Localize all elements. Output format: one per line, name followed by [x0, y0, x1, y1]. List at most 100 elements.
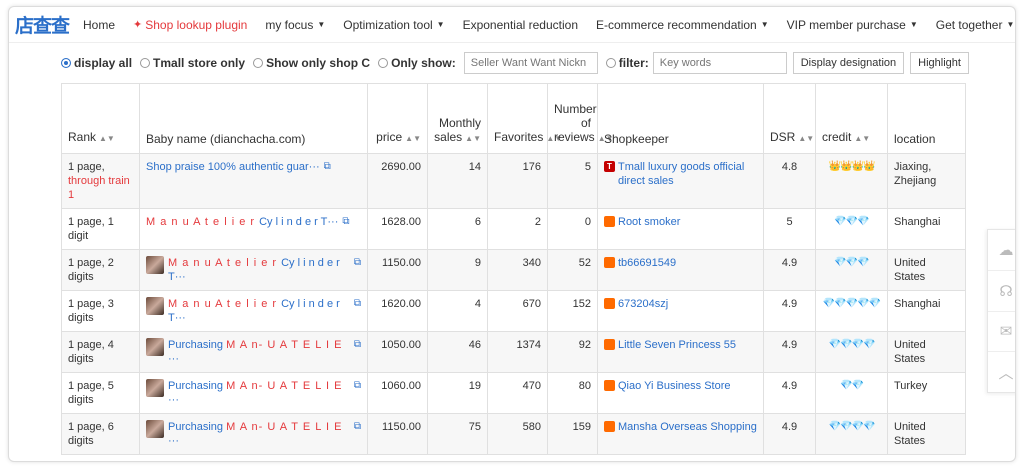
sort-icon: ▲▼ — [854, 134, 871, 143]
product-name[interactable]: Purchasing M A n- U A T E L I E ··· — [168, 379, 350, 407]
product-name[interactable]: Purchasing M A n- U A T E L I E ··· — [168, 338, 350, 366]
product-name-rest: ··· — [168, 394, 179, 406]
reviews-cell: 152 — [547, 290, 598, 332]
shop-link[interactable]: tb66691549 — [604, 256, 757, 270]
external-link-icon[interactable]: ⧉ — [354, 338, 361, 352]
only-show-radio[interactable]: Only show: — [378, 56, 456, 70]
external-link-icon[interactable]: ⧉ — [354, 379, 361, 393]
results-table-wrap: Rank ▲▼ Baby name (dianchacha.com) price ▲… — [61, 83, 966, 455]
rank-text: 1 page, 4 digits — [68, 339, 114, 365]
shop-link[interactable]: Qiao Yi Business Store — [604, 379, 757, 393]
shop-link[interactable]: T Tmall luxury goods official direct sale… — [604, 160, 757, 188]
keywords-input[interactable] — [652, 52, 787, 74]
table-row: 1 page, 5 digits Purchasing M A n- U A T … — [61, 372, 966, 414]
product-name-rest: Shop praise 100% authentic guar··· — [146, 161, 320, 173]
product-link[interactable]: Purchasing M A n- U A T E L I E ··· ⧉ — [146, 338, 361, 366]
baby-name-cell: M a n u A t e l i e r Cy l i n d e r T··… — [139, 290, 368, 332]
radio-label: filter: — [618, 56, 649, 70]
shopkeeper-cell: tb66691549 — [597, 249, 764, 291]
shop-name: Little Seven Princess 55 — [618, 339, 737, 351]
product-thumbnail[interactable] — [146, 379, 164, 397]
product-thumbnail[interactable] — [146, 420, 164, 438]
nav-item[interactable]: ✦ Shop lookup plugin — [133, 18, 247, 32]
shop-link[interactable]: Little Seven Princess 55 — [604, 338, 757, 352]
price-cell: 1150.00 — [367, 413, 428, 455]
nav-item[interactable]: VIP member purchase ▼ — [787, 18, 918, 32]
header-label: DSR — [770, 130, 796, 144]
sort-icon: ▲▼ — [99, 134, 115, 143]
nav-item[interactable]: Optimization tool ▼ — [343, 18, 444, 32]
back-to-top-icon[interactable]: ︿ — [988, 352, 1015, 392]
sort-icon: ▲▼ — [798, 134, 815, 143]
rank-cell: 1 page, 2 digits — [61, 249, 140, 291]
shop-c-only-radio[interactable]: Show only shop C — [253, 56, 370, 70]
product-thumbnail[interactable] — [146, 297, 164, 315]
nav-item[interactable]: Get together ▼ — [936, 18, 1015, 32]
rank-cell: 1 page, 5 digits — [61, 372, 140, 414]
header-label: location — [894, 132, 936, 146]
product-link[interactable]: M a n u A t e l i e r Cy l i n d e r T··… — [146, 256, 361, 284]
nav-item[interactable]: Exponential reduction — [463, 18, 578, 32]
external-link-icon[interactable]: ⧉ — [342, 215, 349, 229]
display-all-radio[interactable]: display all — [61, 56, 132, 70]
nav-item[interactable]: Home — [83, 18, 115, 32]
product-link[interactable]: Purchasing M A n- U A T E L I E ··· ⧉ — [146, 379, 361, 407]
taobao-badge-icon — [604, 380, 615, 391]
col-favorites[interactable]: Favorites▲▼ — [487, 83, 562, 154]
col-reviews[interactable]: Number of reviews▲▼ — [547, 83, 614, 154]
product-name[interactable]: M a n u A t e l i e r Cy l i n d e r T··… — [168, 297, 350, 325]
product-name-brand: M a n u A t e l i e r — [168, 257, 282, 269]
wechat-icon[interactable]: ✉ — [988, 312, 1015, 353]
header-label: credit — [822, 130, 852, 144]
nav-item[interactable]: my focus ▼ — [265, 18, 325, 32]
favorites-cell: 340 — [487, 249, 548, 291]
col-price[interactable]: price ▲▼ — [367, 83, 428, 154]
table-row: 1 page, 2 digits M a n u A t e l i e r Cy… — [61, 249, 966, 291]
location-cell: United States — [887, 249, 966, 291]
product-name[interactable]: Purchasing M A n- U A T E L I E ··· — [168, 420, 350, 448]
rank-cell: 1 page, 1 digit — [61, 208, 140, 250]
dsr-cell: 5 — [763, 208, 816, 250]
product-name[interactable]: M a n u A t e l i e r Cy l i n d e r T··… — [168, 256, 350, 284]
baby-name-cell: Purchasing M A n- U A T E L I E ··· ⧉ — [139, 372, 368, 414]
product-thumbnail[interactable] — [146, 338, 164, 356]
baby-name-cell: Purchasing M A n- U A T E L I E ··· ⧉ — [139, 331, 368, 373]
external-link-icon[interactable]: ⧉ — [354, 420, 361, 434]
credit-icons: 💎💎💎💎 — [815, 413, 888, 455]
dsr-cell: 4.9 — [763, 249, 816, 291]
product-link[interactable]: Purchasing M A n- U A T E L I E ··· ⧉ — [146, 420, 361, 448]
taobao-badge-icon — [604, 421, 615, 432]
product-thumbnail[interactable] — [146, 256, 164, 274]
display-designation-button[interactable]: Display designation — [792, 52, 905, 74]
tmall-only-radio[interactable]: Tmall store only — [140, 56, 245, 70]
credit-icons: 💎💎 — [815, 372, 888, 414]
external-link-icon[interactable]: ⧉ — [354, 297, 361, 311]
site-logo[interactable]: 店查查 — [15, 11, 70, 38]
seller-nickname-input[interactable] — [463, 52, 598, 74]
product-name[interactable]: M a n u A t e l i e r Cy l i n d e r T··… — [146, 215, 338, 229]
col-monthly-sales[interactable]: Monthly sales ▲▼ — [427, 83, 488, 154]
col-credit[interactable]: credit ▲▼ — [815, 83, 888, 154]
product-link[interactable]: Shop praise 100% authentic guar··· ⧉ — [146, 160, 361, 174]
col-rank[interactable]: Rank ▲▼ — [61, 83, 140, 154]
filter-radio[interactable]: filter: — [605, 56, 649, 70]
price-cell: 2690.00 — [367, 153, 428, 209]
shop-link[interactable]: 673204szj — [604, 297, 757, 311]
highlight-button[interactable]: Highlight — [910, 52, 969, 74]
shop-link[interactable]: Mansha Overseas Shopping — [604, 420, 757, 434]
headset-icon[interactable]: ☊ — [988, 271, 1015, 312]
nav-menu: Home ✦ Shop lookup plugin my focus ▼ Optimiza… — [83, 18, 1015, 32]
shop-name: Mansha Overseas Shopping — [618, 421, 757, 433]
cloud-icon[interactable]: ☁ — [988, 230, 1015, 271]
product-link[interactable]: M a n u A t e l i e r Cy l i n d e r T··… — [146, 215, 361, 229]
rank-text: 1 page, 5 digits — [68, 380, 114, 406]
rank-text: 1 page, 1 digit — [68, 216, 114, 242]
product-link[interactable]: M a n u A t e l i e r Cy l i n d e r T··… — [146, 297, 361, 325]
external-link-icon[interactable]: ⧉ — [354, 256, 361, 270]
col-dsr[interactable]: DSR ▲▼ — [763, 83, 816, 154]
external-link-icon[interactable]: ⧉ — [324, 160, 331, 174]
product-name[interactable]: Shop praise 100% authentic guar··· — [146, 160, 320, 174]
monthly-sales-cell: 9 — [427, 249, 488, 291]
shop-link[interactable]: Root smoker — [604, 215, 757, 229]
nav-item[interactable]: E-commerce recommendation ▼ — [596, 18, 769, 32]
